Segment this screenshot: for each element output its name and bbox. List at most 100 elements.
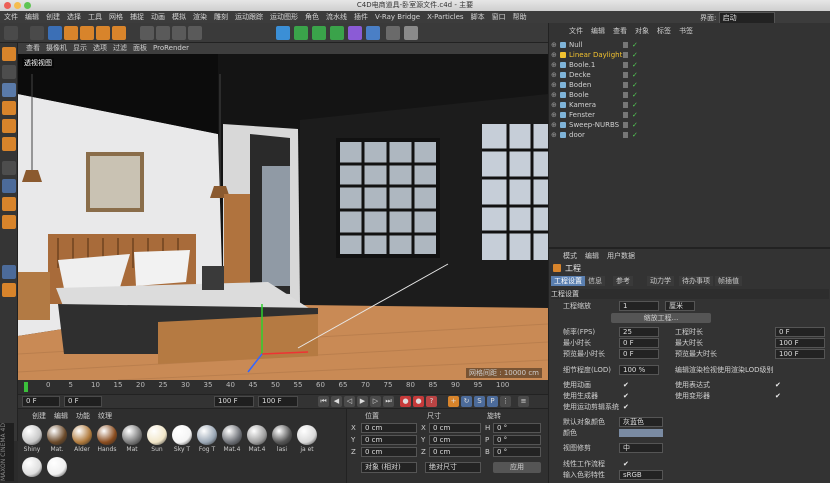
material-swatch[interactable]: Sky T xyxy=(170,425,194,453)
workplane-icon[interactable] xyxy=(2,83,16,97)
attribute-tab[interactable]: 参考 xyxy=(613,276,633,286)
object-row[interactable]: ⊕ door ✓ xyxy=(549,130,830,140)
use-generators-checkbox[interactable]: ✔ xyxy=(623,391,629,401)
min-time-field[interactable]: 0 F xyxy=(619,338,659,348)
object-row[interactable]: ⊕ Boole ✓ xyxy=(549,90,830,100)
goto-start-button[interactable]: ⏮ xyxy=(318,396,329,407)
object-row[interactable]: ⊕ Sweep-NURBS ✓ xyxy=(549,120,830,130)
material-menu-item[interactable]: 创建 xyxy=(32,411,46,421)
visibility-dots-icon[interactable] xyxy=(623,112,628,118)
use-expressions-checkbox[interactable]: ✔ xyxy=(775,380,781,390)
preview-min-field[interactable]: 0 F xyxy=(619,349,659,359)
material-swatch[interactable]: Alder xyxy=(70,425,94,453)
expand-icon[interactable]: ⊕ xyxy=(551,80,557,90)
menu-item[interactable]: 渲染 xyxy=(193,12,207,22)
render-settings-icon[interactable] xyxy=(248,26,262,40)
menu-item[interactable]: 流水线 xyxy=(326,12,347,22)
project-scale-field[interactable]: 1 xyxy=(619,301,659,311)
material-swatch[interactable]: Fog T xyxy=(195,425,219,453)
end-frame-field[interactable]: 100 F xyxy=(214,396,254,407)
pla-key-icon[interactable]: ⋮ xyxy=(500,396,511,407)
visibility-dots-icon[interactable] xyxy=(623,42,628,48)
menu-item[interactable]: 选择 xyxy=(67,12,81,22)
menu-item[interactable]: 帮助 xyxy=(513,12,527,22)
record-button[interactable]: ● xyxy=(400,396,411,407)
menu-item[interactable]: 窗口 xyxy=(492,12,506,22)
pen-icon[interactable] xyxy=(294,26,308,40)
object-menu-item[interactable]: 查看 xyxy=(613,26,627,36)
attribute-menu-item[interactable]: 模式 xyxy=(563,251,577,261)
scale-icon[interactable] xyxy=(80,26,94,40)
enabled-check-icon[interactable]: ✓ xyxy=(632,100,638,110)
project-scale-unit[interactable]: 厘米 xyxy=(665,301,695,311)
menu-item[interactable]: 创建 xyxy=(46,12,60,22)
preview-end-frame-field[interactable]: 100 F xyxy=(258,396,298,407)
visibility-dots-icon[interactable] xyxy=(623,62,628,68)
deformer-icon[interactable] xyxy=(348,26,362,40)
material-swatch[interactable]: ja et xyxy=(295,425,319,453)
menu-item[interactable]: V-Ray Bridge xyxy=(375,13,420,21)
y-axis-icon[interactable] xyxy=(156,26,170,40)
size-field[interactable]: 0 cm xyxy=(429,447,481,457)
coord-mode-select[interactable]: 对象 (相对) xyxy=(361,462,417,473)
enabled-check-icon[interactable]: ✓ xyxy=(632,60,638,70)
color-swatch[interactable] xyxy=(619,429,663,437)
project-length-field[interactable]: 0 F xyxy=(775,327,825,337)
menu-item[interactable]: 编辑 xyxy=(25,12,39,22)
next-key-button[interactable]: ▷ xyxy=(370,396,381,407)
max-time-field[interactable]: 100 F xyxy=(775,338,825,348)
default-object-color-select[interactable]: 灰蓝色 xyxy=(619,417,663,427)
move-icon[interactable] xyxy=(64,26,78,40)
attribute-menu-item[interactable]: 用户数据 xyxy=(607,251,635,261)
expand-icon[interactable]: ⊕ xyxy=(551,90,557,100)
visibility-dots-icon[interactable] xyxy=(623,102,628,108)
expand-icon[interactable]: ⊕ xyxy=(551,40,557,50)
visibility-dots-icon[interactable] xyxy=(623,72,628,78)
current-frame-field[interactable]: 0 F xyxy=(22,396,60,407)
position-field[interactable]: 0 cm xyxy=(361,423,417,433)
rotation-field[interactable]: 0 ° xyxy=(493,447,541,457)
menu-item[interactable]: 网格 xyxy=(109,12,123,22)
menu-item[interactable]: 角色 xyxy=(305,12,319,22)
expand-icon[interactable]: ⊕ xyxy=(551,120,557,130)
object-menu-item[interactable]: 编辑 xyxy=(591,26,605,36)
position-field[interactable]: 0 cm xyxy=(361,447,417,457)
expand-icon[interactable]: ⊕ xyxy=(551,110,557,120)
prev-key-button[interactable]: ◀ xyxy=(331,396,342,407)
visibility-dots-icon[interactable] xyxy=(623,82,628,88)
menu-item[interactable]: 捕捉 xyxy=(130,12,144,22)
enabled-check-icon[interactable]: ✓ xyxy=(632,110,638,120)
material-swatch[interactable]: Mat xyxy=(120,425,144,453)
object-row[interactable]: ⊕ Fenster ✓ xyxy=(549,110,830,120)
enabled-check-icon[interactable]: ✓ xyxy=(632,70,638,80)
object-menu-item[interactable]: 书签 xyxy=(679,26,693,36)
menu-item[interactable]: 雕刻 xyxy=(214,12,228,22)
menu-item[interactable]: 脚本 xyxy=(471,12,485,22)
object-menu-item[interactable]: 标签 xyxy=(657,26,671,36)
material-swatch[interactable]: Mat.4 xyxy=(220,425,244,453)
apply-button[interactable]: 应用 xyxy=(493,462,541,473)
axis-mode-icon[interactable] xyxy=(2,161,16,175)
expand-icon[interactable]: ⊕ xyxy=(551,60,557,70)
attribute-tab[interactable]: 信息 xyxy=(585,276,605,286)
scale-project-button[interactable]: 缩放工程... xyxy=(611,313,711,323)
polygons-mode-icon[interactable] xyxy=(2,137,16,151)
rotate-icon[interactable] xyxy=(96,26,110,40)
position-field[interactable]: 0 cm xyxy=(361,435,417,445)
expand-icon[interactable]: ⊕ xyxy=(551,70,557,80)
attribute-tab[interactable]: 待办事项 xyxy=(679,276,713,286)
param-key-icon[interactable]: P xyxy=(487,396,498,407)
attribute-menu-item[interactable]: 编辑 xyxy=(585,251,599,261)
z-axis-icon[interactable] xyxy=(172,26,186,40)
menu-item[interactable]: X-Particles xyxy=(427,13,463,21)
menu-item[interactable]: 动画 xyxy=(151,12,165,22)
lod-field[interactable]: 100 % xyxy=(619,365,659,375)
viewport-menu-item[interactable]: 面板 xyxy=(133,43,147,54)
size-field[interactable]: 0 cm xyxy=(429,435,481,445)
enabled-check-icon[interactable]: ✓ xyxy=(632,90,638,100)
enabled-check-icon[interactable]: ✓ xyxy=(632,120,638,130)
attribute-tab[interactable]: 工程设置 xyxy=(551,276,585,286)
grid-icon[interactable] xyxy=(2,265,16,279)
material-swatch[interactable] xyxy=(45,457,69,478)
linear-workflow-checkbox[interactable]: ✔ xyxy=(623,459,629,469)
